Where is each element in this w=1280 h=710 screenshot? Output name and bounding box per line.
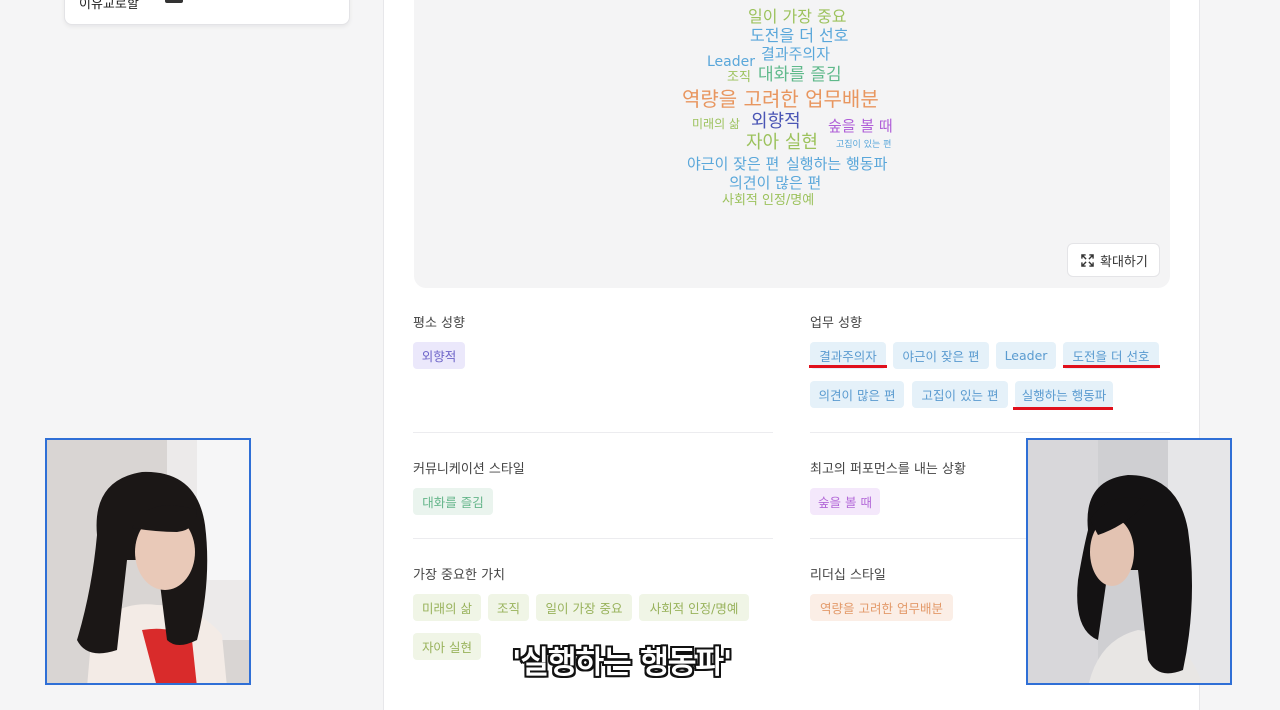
word-cloud: 일이 가장 중요 도전을 더 선호 결과주의자 Leader 조직 대화를 즐김… <box>414 0 1170 288</box>
section-title-daily: 평소 성향 <box>413 316 465 331</box>
cloud-word: 의견이 많은 편 <box>729 174 822 192</box>
tag-work: 야근이 잦은 편 <box>893 342 989 369</box>
cloud-word: 외향적 <box>751 111 801 132</box>
person-right <box>1028 440 1230 683</box>
cloud-word: 고집이 있는 편 <box>836 140 892 150</box>
tag-values: 자아 실현 <box>413 633 481 660</box>
tag-best-performance: 숲을 볼 때 <box>810 488 880 515</box>
cloud-word: 숲을 볼 때 <box>828 117 893 135</box>
highlight-underline <box>809 365 887 368</box>
cloud-word: 역량을 고려한 업무배분 <box>682 87 879 111</box>
section-title-leadership: 리더십 스타일 <box>810 568 886 583</box>
cloud-word: 실행하는 행동파 <box>786 155 888 173</box>
tag-values: 미래의 삶 <box>413 594 481 621</box>
top-card-text: 이유교로할 <box>79 0 139 12</box>
section-title-work: 업무 성향 <box>810 316 862 331</box>
tag-daily: 외향적 <box>413 342 465 369</box>
video-right <box>1026 438 1232 685</box>
tag-values: 일이 가장 중요 <box>536 594 632 621</box>
tag-work: 실행하는 행동파 <box>1015 381 1113 408</box>
divider <box>810 432 1170 433</box>
cloud-word: 도전을 더 선호 <box>750 26 849 45</box>
expand-button-label: 확대하기 <box>1100 254 1148 270</box>
cloud-word: 사회적 인정/명예 <box>722 193 815 208</box>
section-title-values: 가장 중요한 가치 <box>413 568 505 583</box>
video-left <box>45 438 251 685</box>
cloud-word: 자아 실현 <box>746 132 818 153</box>
video-subtitle: '실행하는 행동파' <box>512 645 732 681</box>
tag-leadership: 역량을 고려한 업무배분 <box>810 594 953 621</box>
top-card: 이유교로할 <box>64 0 350 25</box>
cloud-word: 야근이 잦은 편 <box>687 155 780 173</box>
expand-icon <box>1081 253 1094 267</box>
cloud-word: 일이 가장 중요 <box>748 7 847 26</box>
highlight-underline <box>1013 407 1113 410</box>
cloud-word: Leader <box>707 54 756 70</box>
tag-work: Leader <box>996 342 1056 369</box>
person-left <box>47 440 249 683</box>
tag-communication: 대화를 즐김 <box>413 488 493 515</box>
section-title-communication: 커뮤니케이션 스타일 <box>413 462 525 477</box>
section-title-best-performance: 최고의 퍼포먼스를 내는 상황 <box>810 462 966 477</box>
expand-button[interactable]: 확대하기 <box>1067 243 1160 277</box>
tag-values: 조직 <box>488 594 529 621</box>
divider <box>413 432 773 433</box>
cloud-word: 대화를 즐김 <box>758 65 842 85</box>
tag-work: 고집이 있는 편 <box>912 381 1008 408</box>
cloud-word: 조직 <box>727 70 751 85</box>
tag-work: 의견이 많은 편 <box>810 381 904 408</box>
tag-values: 사회적 인정/명예 <box>639 594 749 621</box>
top-card-badge <box>165 0 183 3</box>
highlight-underline <box>1063 365 1160 368</box>
divider <box>413 538 773 539</box>
cloud-word: 미래의 삶 <box>692 117 740 131</box>
cloud-word: 결과주의자 <box>761 45 831 63</box>
